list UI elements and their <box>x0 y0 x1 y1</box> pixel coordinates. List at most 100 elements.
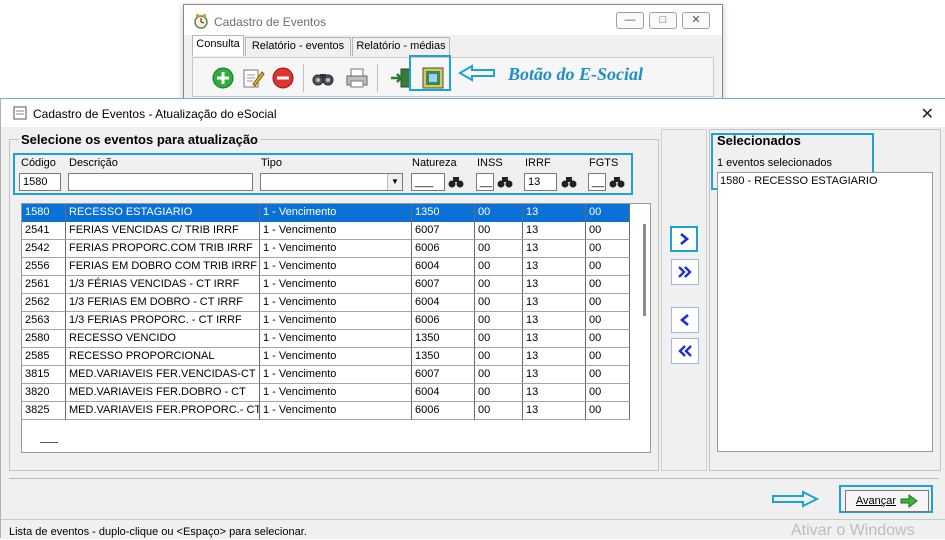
cell-codigo: 2556 <box>22 258 66 276</box>
table-row[interactable]: 2563 1/3 FERIAS PROPORC. - CT IRRF 1 - Ven… <box>22 312 630 330</box>
table-row[interactable]: 3825 MED.VARIAVEIS FER.PROPORC.- CT 1 - Ve… <box>22 402 630 420</box>
cell-codigo: 3825 <box>22 402 66 420</box>
arrow-right-icon <box>900 494 918 508</box>
move-all-left-button[interactable] <box>671 338 699 364</box>
cell-tipo: 1 - Vencimento <box>260 384 412 402</box>
cell-codigo: 1580 <box>22 204 66 222</box>
cell-inss: 00 <box>475 366 523 384</box>
chevron-right-icon <box>680 233 690 245</box>
cell-fgts: 00 <box>586 384 630 402</box>
status-text: Lista de eventos - duplo-clique ou <Espa… <box>9 526 307 538</box>
cell-fgts: 00 <box>586 348 630 366</box>
print-icon[interactable] <box>343 64 371 92</box>
table-row[interactable]: 2561 1/3 FÉRIAS VENCIDAS - CT IRRF 1 - Ven… <box>22 276 630 294</box>
annotation-arrow-left-icon <box>458 64 496 85</box>
cell-natureza: 6004 <box>412 384 475 402</box>
cell-descricao: FERIAS VENCIDAS C/ TRIB IRRF <box>66 222 260 240</box>
irrf-search-icon[interactable] <box>560 174 578 190</box>
descricao-input[interactable] <box>68 173 253 191</box>
cell-irrf: 13 <box>523 384 586 402</box>
move-left-button[interactable] <box>671 307 699 333</box>
table-row[interactable]: 2541 FERIAS VENCIDAS C/ TRIB IRRF 1 - Venc… <box>22 222 630 240</box>
tab-relatorio-medias[interactable]: Relatório - médias <box>352 37 450 56</box>
delete-icon[interactable] <box>269 64 297 92</box>
table-row[interactable]: 2580 RECESSO VENCIDO 1 - Vencimento 1350 00 1… <box>22 330 630 348</box>
selected-list[interactable]: 1580 - RECESSO ESTAGIARIO <box>717 172 933 452</box>
cell-natureza: 6004 <box>412 294 475 312</box>
edit-icon[interactable] <box>239 64 267 92</box>
selected-list-item[interactable]: 1580 - RECESSO ESTAGIARIO <box>720 175 878 187</box>
cell-natureza: 6007 <box>412 222 475 240</box>
cell-inss: 00 <box>475 312 523 330</box>
double-chevron-right-icon <box>678 266 692 278</box>
chevron-down-icon[interactable]: ▼ <box>387 174 402 190</box>
cell-natureza: 1350 <box>412 204 475 222</box>
cell-irrf: 13 <box>523 276 586 294</box>
grid-vertical-scrollbar[interactable] <box>643 224 646 316</box>
irrf-label: IRRF <box>525 157 551 169</box>
table-row[interactable]: 3815 MED.VARIAVEIS FER.VENCIDAS-CT 1 - Ven… <box>22 366 630 384</box>
cell-descricao: RECESSO PROPORCIONAL <box>66 348 260 366</box>
dialog-close-icon[interactable]: ✕ <box>921 104 934 124</box>
background-window-titlebar: Cadastro de Eventos — □ ✕ <box>184 5 722 35</box>
binoculars-icon[interactable] <box>309 64 337 92</box>
table-row[interactable]: 2562 1/3 FERIAS EM DOBRO - CT IRRF 1 - Ven… <box>22 294 630 312</box>
cell-tipo: 1 - Vencimento <box>260 258 412 276</box>
table-row[interactable]: 2585 RECESSO PROPORCIONAL 1 - Vencimento 13… <box>22 348 630 366</box>
cell-tipo: 1 - Vencimento <box>260 348 412 366</box>
natureza-search-icon[interactable] <box>447 174 465 190</box>
cell-codigo: 2542 <box>22 240 66 258</box>
fgts-search-icon[interactable] <box>608 174 626 190</box>
esocial-update-dialog: Cadastro de Eventos - Atualização do eSo… <box>0 98 945 539</box>
table-row[interactable]: 2542 FERIAS PROPORC.COM TRIB IRRF 1 - Venc… <box>22 240 630 258</box>
fgts-input[interactable]: __ <box>588 173 606 191</box>
descricao-label: Descrição <box>69 157 118 169</box>
inss-label: INSS <box>477 157 503 169</box>
cell-descricao: 1/3 FÉRIAS VENCIDAS - CT IRRF <box>66 276 260 294</box>
grid-horizontal-scrollbar[interactable] <box>40 442 58 443</box>
codigo-label: Código <box>21 157 56 169</box>
cell-irrf: 13 <box>523 312 586 330</box>
selected-title: Selecionados <box>717 133 801 148</box>
cell-codigo: 2580 <box>22 330 66 348</box>
move-right-button[interactable] <box>670 226 698 252</box>
tipo-select[interactable]: ▼ <box>260 173 403 191</box>
codigo-input[interactable]: 1580 <box>19 173 61 191</box>
cell-tipo: 1 - Vencimento <box>260 312 412 330</box>
cell-fgts: 00 <box>586 330 630 348</box>
add-icon[interactable] <box>209 64 237 92</box>
cell-natureza: 6006 <box>412 402 475 420</box>
cell-fgts: 00 <box>586 294 630 312</box>
inss-search-icon[interactable] <box>496 174 514 190</box>
advance-annotation-arrow-icon <box>771 490 821 511</box>
maximize-button[interactable]: □ <box>649 12 677 29</box>
cell-irrf: 13 <box>523 222 586 240</box>
natureza-input[interactable]: ___ <box>411 173 445 191</box>
inss-input[interactable]: __ <box>476 173 494 191</box>
cell-tipo: 1 - Vencimento <box>260 204 412 222</box>
cell-codigo: 3820 <box>22 384 66 402</box>
cell-tipo: 1 - Vencimento <box>260 330 412 348</box>
irrf-input[interactable]: 13 <box>524 173 557 191</box>
move-all-right-button[interactable] <box>671 259 699 285</box>
dialog-app-icon <box>13 106 27 120</box>
table-row[interactable]: 3820 MED.VARIAVEIS FER.DOBRO - CT 1 - Venc… <box>22 384 630 402</box>
background-window: Cadastro de Eventos — □ ✕ Consulta Relat… <box>183 4 723 104</box>
cell-codigo: 3815 <box>22 366 66 384</box>
tab-relatorio-eventos[interactable]: Relatório - eventos <box>245 37 351 56</box>
cell-fgts: 00 <box>586 366 630 384</box>
cell-inss: 00 <box>475 222 523 240</box>
windows-activation-watermark: Ativar o Windows <box>791 522 915 539</box>
cell-irrf: 13 <box>523 330 586 348</box>
tab-consulta[interactable]: Consulta <box>192 35 244 56</box>
table-row[interactable]: 1580 RECESSO ESTAGIARIO 1 - Vencimento 1350… <box>22 204 630 222</box>
close-button[interactable]: ✕ <box>682 12 710 29</box>
event-selection-title: Selecione os eventos para atualização <box>19 132 260 147</box>
advance-button[interactable]: Avançar <box>845 490 929 512</box>
minimize-button[interactable]: — <box>616 12 644 29</box>
cell-inss: 00 <box>475 204 523 222</box>
cell-descricao: 1/3 FERIAS PROPORC. - CT IRRF <box>66 312 260 330</box>
events-grid[interactable]: 1580 RECESSO ESTAGIARIO 1 - Vencimento 1350… <box>21 203 651 453</box>
table-row[interactable]: 2556 FERIAS EM DOBRO COM TRIB IRRF 1 - Ven… <box>22 258 630 276</box>
advance-button-label: Avançar <box>855 495 897 507</box>
